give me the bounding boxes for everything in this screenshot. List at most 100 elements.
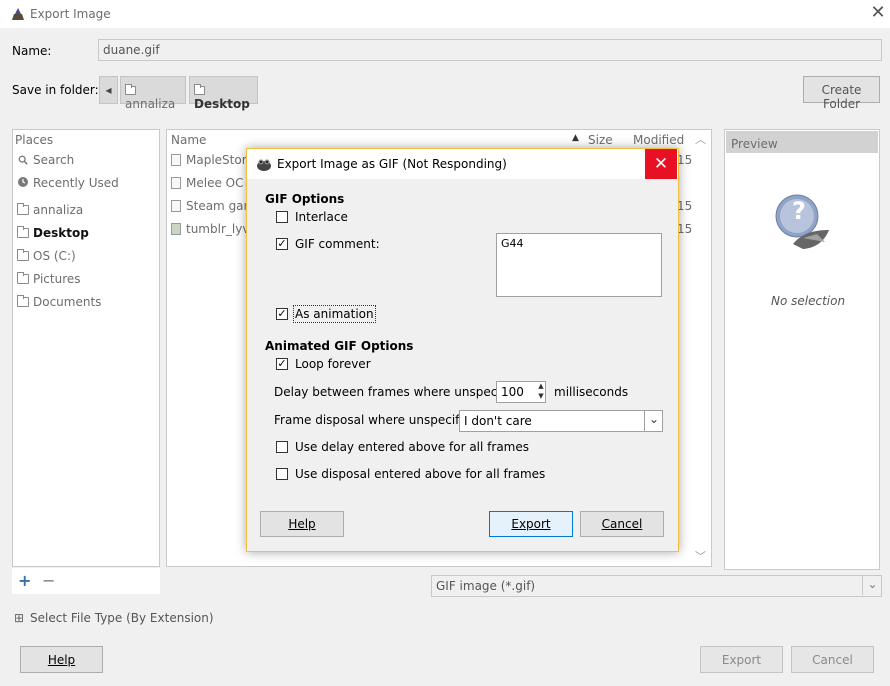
spin-down-icon[interactable]: ▼ (536, 392, 546, 402)
disposal-select[interactable]: I don't care (459, 410, 663, 432)
help-button[interactable]: Help (20, 646, 103, 673)
help-button-label: Help (47, 653, 76, 667)
create-folder-button[interactable]: Create Folder (803, 76, 880, 111)
folder-icon (17, 226, 29, 238)
file-name: Melee OC r (186, 176, 253, 190)
gimp-wilber-icon (257, 159, 271, 171)
folder-icon (17, 272, 29, 284)
place-desktop[interactable]: Desktop (17, 226, 89, 240)
preview-status: No selection (771, 294, 846, 308)
delay-label: Delay between frames where unspecified: (274, 385, 528, 399)
breadcrumb-label: Desktop (194, 97, 250, 111)
interlace-label[interactable]: Interlace (295, 210, 348, 224)
folder-icon (125, 84, 136, 95)
place-annaliza[interactable]: annaliza (17, 203, 83, 217)
remove-bookmark-button[interactable]: − (42, 571, 55, 590)
place-os-c[interactable]: OS (C:) (17, 249, 76, 263)
export-button[interactable]: Export (700, 646, 783, 673)
file-row[interactable]: tumblr_lyvp (171, 222, 257, 236)
gif-export-button[interactable]: Export (489, 511, 573, 537)
file-icon (171, 154, 181, 166)
gif-dialog-title: Export Image as GIF (Not Responding) (277, 157, 507, 171)
file-row[interactable]: MapleStory (171, 153, 254, 167)
image-file-icon (171, 223, 181, 235)
breadcrumb-desktop[interactable]: Desktop (189, 76, 258, 111)
select-file-type-label[interactable]: Select File Type (By Extension) (30, 611, 214, 625)
gif-cancel-button[interactable]: Cancel (580, 511, 664, 537)
file-icon (171, 200, 181, 212)
filename-input[interactable]: duane.gif (98, 39, 882, 61)
as-animation-label[interactable]: As animation (293, 305, 376, 323)
question-mark-glyph: ? (792, 197, 806, 225)
gif-options-heading: GIF Options (265, 192, 345, 206)
file-name: MapleStory (186, 153, 254, 167)
gimp-app-icon (12, 8, 24, 20)
loop-forever-checkbox[interactable]: ✓ (276, 358, 288, 370)
expander-icon[interactable]: ⊞ (14, 611, 24, 625)
loop-forever-label[interactable]: Loop forever (295, 357, 371, 371)
file-type-dropdown[interactable]: GIF image (*.gif) (431, 575, 882, 597)
sort-ascending-icon: ▲ (572, 133, 579, 143)
delay-unit: milliseconds (554, 385, 629, 399)
spin-up-icon[interactable]: ▲ (536, 382, 546, 392)
window-title: Export Image (30, 7, 111, 21)
drive-icon (17, 249, 29, 261)
disposal-value: I don't care (464, 414, 532, 428)
preview-panel: Preview ? No selection (724, 129, 880, 570)
place-documents[interactable]: Documents (17, 295, 101, 309)
save-in-folder-label: Save in folder: (12, 83, 99, 97)
file-modified: 15 (677, 199, 693, 213)
breadcrumb-annaliza[interactable]: annaliza (120, 76, 186, 111)
place-label: Pictures (33, 272, 81, 286)
gif-comment-label[interactable]: GIF comment: (295, 237, 380, 251)
file-modified: 15 (677, 222, 693, 236)
folder-icon (194, 84, 205, 95)
use-disposal-checkbox[interactable] (276, 468, 288, 480)
place-label: annaliza (33, 203, 84, 217)
use-delay-label[interactable]: Use delay entered above for all frames (295, 440, 529, 454)
preview-header: Preview (731, 137, 778, 151)
gif-help-button[interactable]: Help (260, 511, 344, 537)
use-delay-checkbox[interactable] (276, 441, 288, 453)
use-disposal-label[interactable]: Use disposal entered above for all frame… (295, 467, 545, 481)
column-name[interactable]: Name (171, 133, 206, 147)
disposal-label: Frame disposal where unspecified: (274, 413, 482, 427)
place-label: Recently Used (33, 176, 119, 190)
place-label: Search (33, 153, 75, 167)
breadcrumb-label: annaliza (125, 97, 176, 111)
file-name: Steam gam (186, 199, 256, 213)
file-row[interactable]: Melee OC r (171, 176, 252, 190)
gif-comment-checkbox[interactable]: ✓ (276, 238, 288, 250)
interlace-checkbox[interactable] (276, 211, 288, 223)
cancel-button[interactable]: Cancel (791, 646, 874, 673)
file-type-value: GIF image (*.gif) (436, 579, 536, 593)
as-animation-checkbox[interactable]: ✓ (276, 308, 288, 320)
path-back-button[interactable]: ◂ (99, 76, 118, 104)
places-header[interactable]: Places (15, 133, 53, 147)
places-toolbar (12, 568, 160, 594)
place-label: Desktop (33, 226, 89, 240)
place-recently-used[interactable]: Recently Used (17, 176, 119, 190)
name-label: Name: (12, 44, 52, 58)
folder-icon (17, 295, 29, 307)
add-bookmark-button[interactable]: + (18, 571, 31, 590)
folder-icon (17, 203, 29, 215)
place-label: Documents (33, 295, 102, 309)
place-search[interactable]: Search (17, 153, 74, 167)
scroll-down-button[interactable]: ﹀ (695, 548, 706, 564)
gif-export-dialog: Export Image as GIF (Not Responding) ✕ G… (246, 148, 679, 552)
animated-gif-options-heading: Animated GIF Options (265, 339, 414, 353)
gif-dialog-close-button[interactable]: ✕ (645, 149, 677, 179)
places-panel: Places Search Recently Used annaliza Des… (12, 129, 160, 567)
file-icon (171, 177, 181, 189)
place-pictures[interactable]: Pictures (17, 272, 81, 286)
column-size[interactable]: Size (588, 133, 613, 147)
chevron-down-icon: ⌄ (862, 576, 882, 595)
window-close-button[interactable]: ✕ (868, 2, 888, 24)
file-row[interactable]: Steam gam (171, 199, 255, 213)
window-titlebar (0, 0, 890, 28)
column-modified[interactable]: Modified (633, 133, 684, 147)
gif-comment-textarea[interactable]: G44 (496, 233, 662, 297)
search-icon (18, 155, 28, 165)
scroll-up-button[interactable]: ︿ (695, 131, 706, 147)
